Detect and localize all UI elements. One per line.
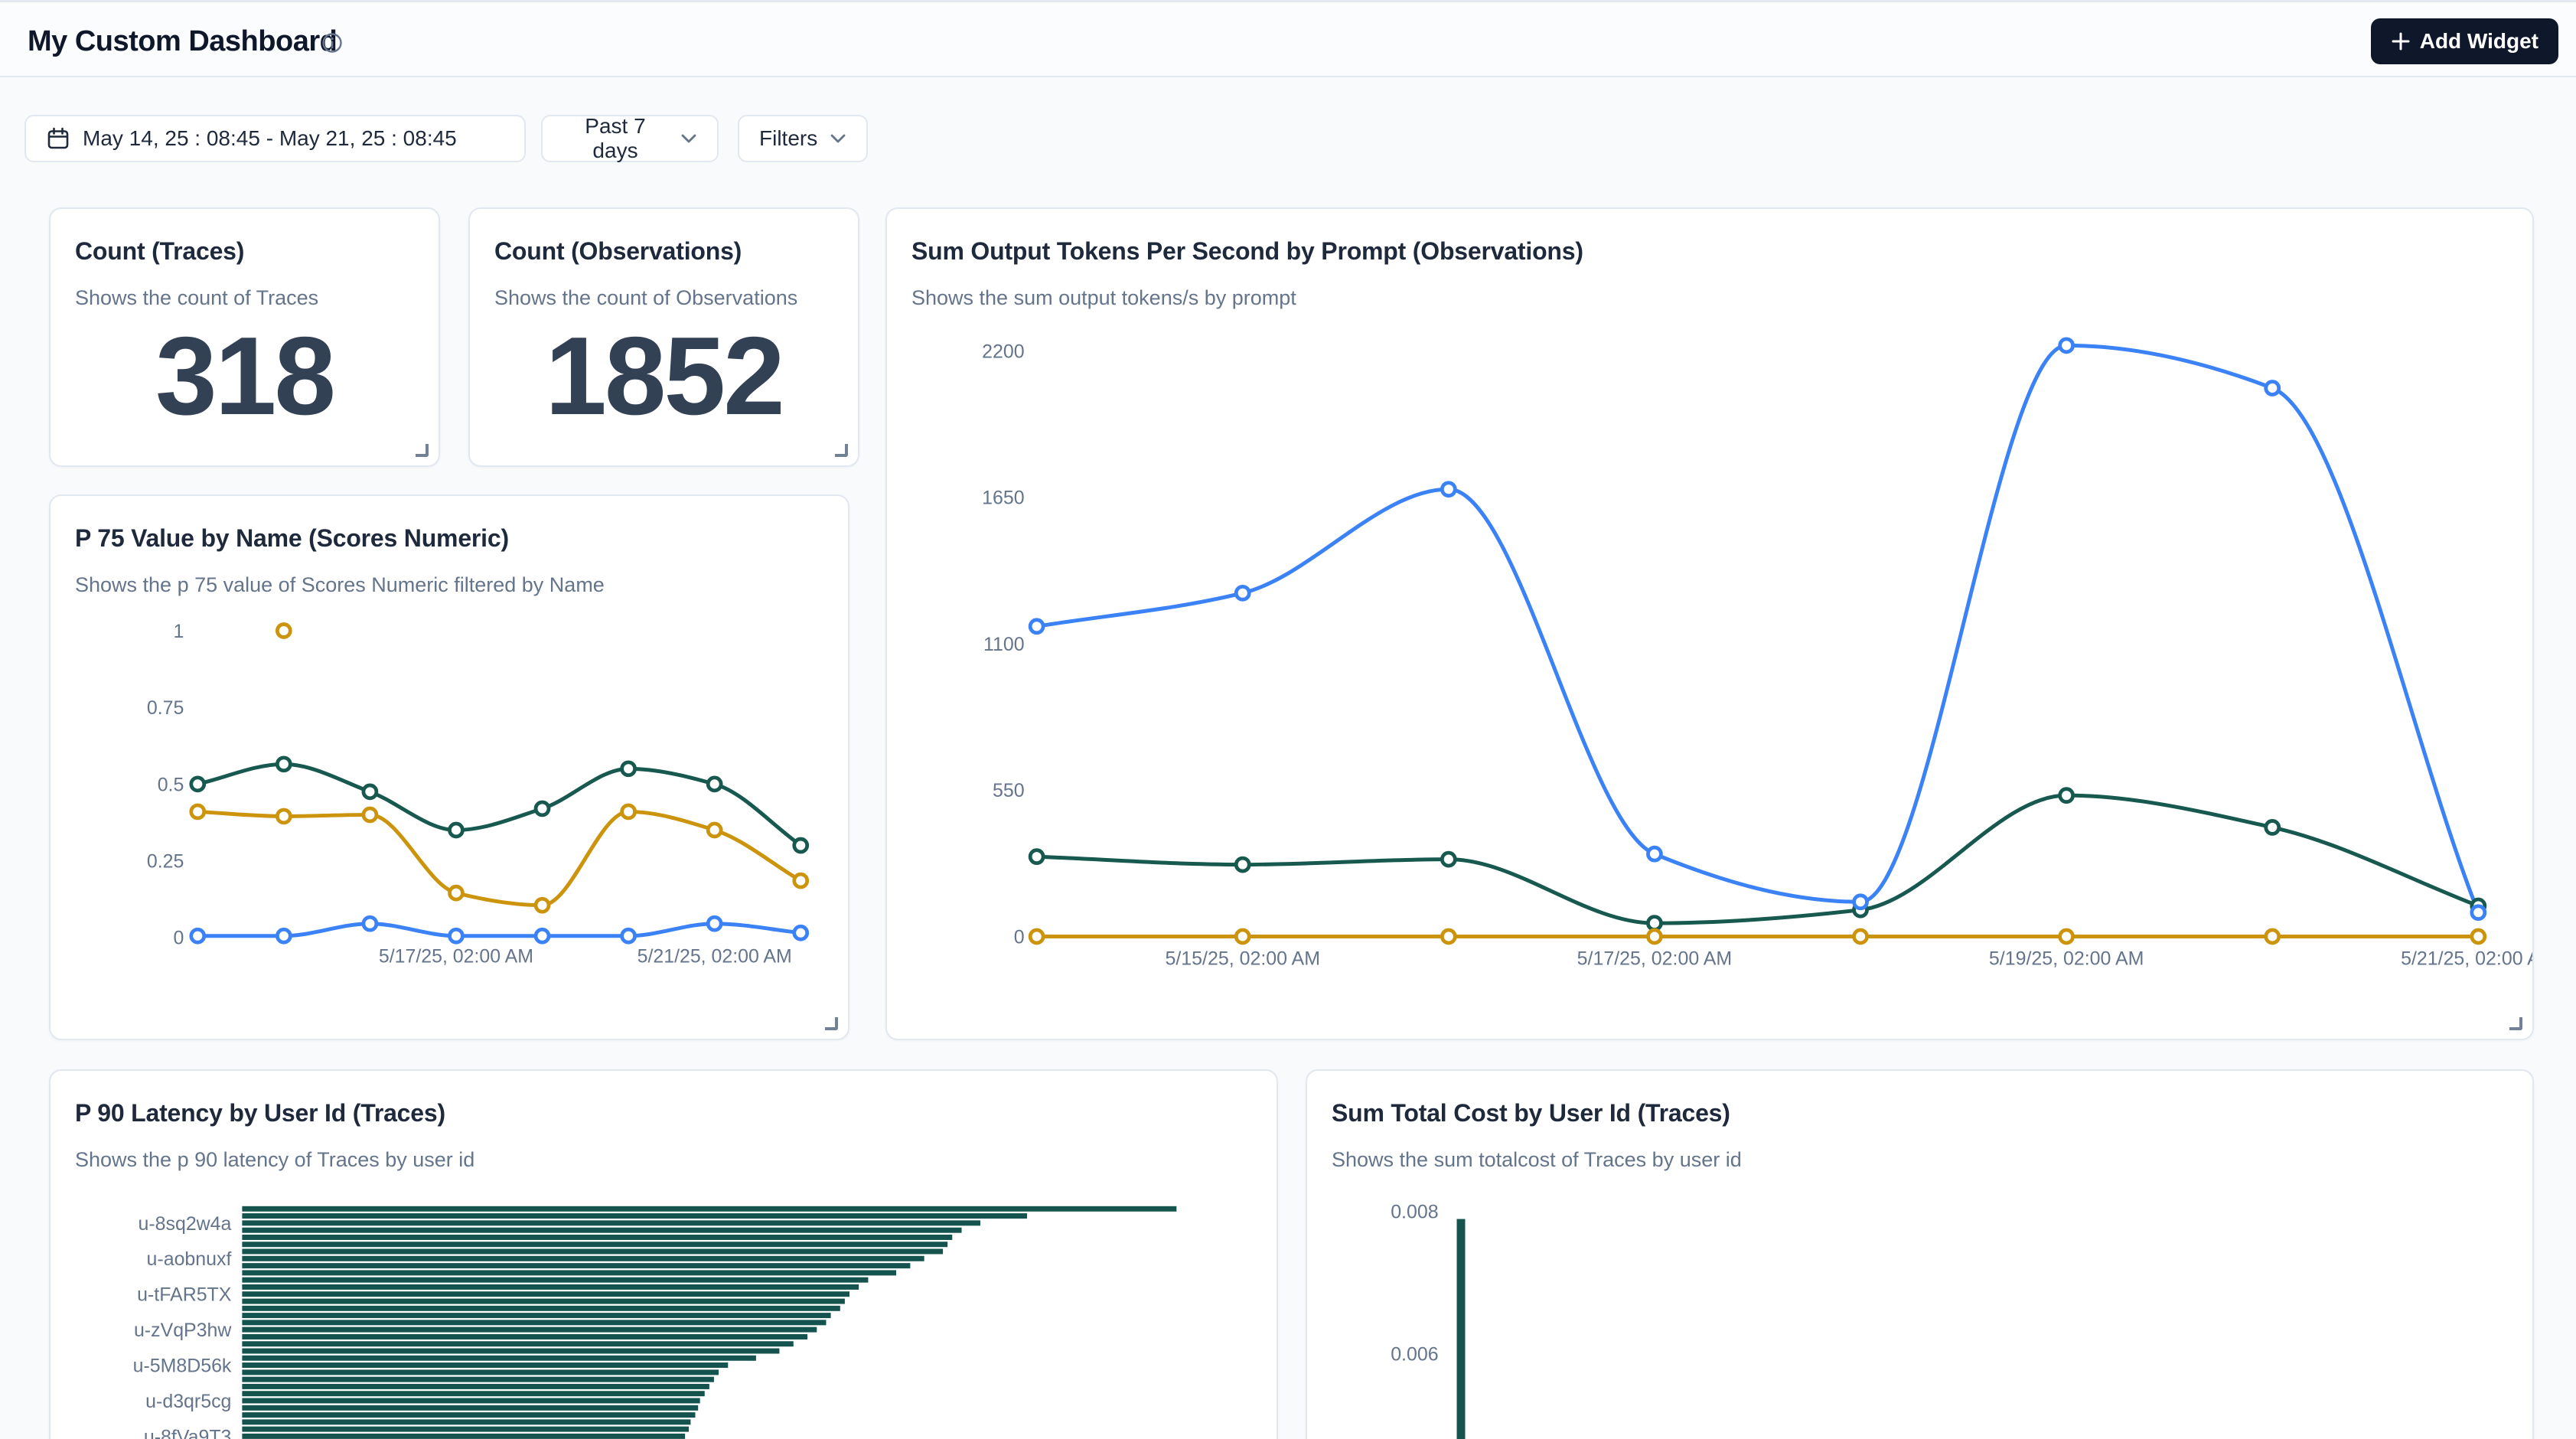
card-title: Count (Traces) — [75, 237, 414, 266]
chevron-down-icon — [830, 133, 846, 144]
svg-text:550: 550 — [993, 780, 1025, 801]
svg-text:1: 1 — [173, 621, 184, 642]
svg-text:1100: 1100 — [983, 634, 1025, 655]
svg-text:0.25: 0.25 — [147, 851, 184, 873]
card-subtitle: Shows the p 75 value of Scores Numeric f… — [75, 573, 823, 597]
svg-text:0.006: 0.006 — [1391, 1344, 1438, 1366]
chevron-down-icon — [680, 133, 697, 144]
widget-p90-latency-chart: u-8sq2w4a u-aobnuxf u-tFAR5TX u-zVqP3hw u-5M… — [49, 1069, 1278, 1439]
svg-text:0: 0 — [1014, 926, 1025, 948]
svg-text:5/21/25, 02:00 AM: 5/21/25, 02:00 AM — [637, 946, 792, 967]
widget-total-cost-chart: 0.008 0.006 Sum Total Cost by User Id (Tr… — [1306, 1069, 2534, 1439]
timeframe-select[interactable]: Past 7 days — [541, 115, 719, 162]
svg-text:u-aobnuxf: u-aobnuxf — [147, 1248, 232, 1270]
resize-handle[interactable] — [2509, 1017, 2522, 1030]
svg-text:2200: 2200 — [982, 341, 1025, 362]
plus-icon — [2391, 31, 2411, 51]
add-widget-button[interactable]: Add Widget — [2371, 18, 2558, 64]
widget-p75-scores-chart: 0 0.25 0.5 0.75 1 5/17/25, 02:00 AM 5/21/25, 0… — [49, 494, 849, 1040]
filters-button[interactable]: Filters — [738, 115, 868, 162]
svg-text:0: 0 — [173, 928, 184, 949]
svg-text:1650: 1650 — [982, 488, 1025, 509]
card-title: P 90 Latency by User Id (Traces) — [75, 1099, 1252, 1127]
filters-label: Filters — [759, 126, 817, 151]
card-subtitle: Shows the p 90 latency of Traces by user… — [75, 1148, 1252, 1172]
svg-text:u-8fVa9T3: u-8fVa9T3 — [144, 1426, 232, 1439]
line-chart-tokens-per-second[interactable]: 0 550 1100 1650 2200 5/15/25, 02:00 AM 5/17/25… — [887, 209, 2532, 1039]
svg-text:u-tFAR5TX: u-tFAR5TX — [137, 1284, 232, 1306]
card-subtitle: Shows the sum output tokens/s by prompt — [911, 286, 2508, 310]
svg-text:5/15/25, 02:00 AM: 5/15/25, 02:00 AM — [1165, 948, 1319, 969]
resize-handle[interactable] — [835, 444, 848, 457]
card-subtitle: Shows the count of Traces — [75, 286, 414, 310]
resize-handle[interactable] — [416, 444, 429, 457]
metric-value: 1852 — [470, 321, 858, 432]
card-title: P 75 Value by Name (Scores Numeric) — [75, 524, 823, 553]
info-icon[interactable] — [321, 32, 343, 54]
date-range-button[interactable]: May 14, 25 : 08:45 - May 21, 25 : 08:45 — [24, 115, 526, 162]
widget-count-traces: Count (Traces) Shows the count of Traces… — [49, 207, 440, 467]
svg-text:u-d3qr5cg: u-d3qr5cg — [145, 1391, 231, 1412]
timeframe-label: Past 7 days — [562, 114, 668, 163]
svg-text:u-8sq2w4a: u-8sq2w4a — [138, 1213, 231, 1235]
add-widget-label: Add Widget — [2420, 29, 2539, 54]
card-title: Count (Observations) — [494, 237, 833, 266]
card-subtitle: Shows the sum totalcost of Traces by use… — [1332, 1148, 2508, 1172]
metric-value: 318 — [51, 321, 439, 432]
svg-text:0.008: 0.008 — [1391, 1201, 1438, 1222]
svg-text:5/17/25, 02:00 AM: 5/17/25, 02:00 AM — [379, 946, 533, 967]
svg-text:0.75: 0.75 — [147, 697, 184, 719]
card-subtitle: Shows the count of Observations — [494, 286, 833, 310]
svg-text:u-zVqP3hw: u-zVqP3hw — [134, 1320, 232, 1341]
resize-handle[interactable] — [825, 1017, 838, 1030]
svg-text:5/19/25, 02:00 AM: 5/19/25, 02:00 AM — [1989, 948, 2144, 969]
card-title: Sum Output Tokens Per Second by Prompt (… — [911, 237, 2508, 266]
widget-count-observations: Count (Observations) Shows the count of … — [468, 207, 859, 467]
svg-text:5/17/25, 02:00 AM: 5/17/25, 02:00 AM — [1577, 948, 1732, 969]
date-range-label: May 14, 25 : 08:45 - May 21, 25 : 08:45 — [83, 126, 457, 151]
svg-text:5/21/25, 02:00 AM: 5/21/25, 02:00 AM — [2401, 948, 2532, 969]
page-title: My Custom Dashboard — [28, 25, 337, 58]
widget-tokens-per-second-chart: 0 550 1100 1650 2200 5/15/25, 02:00 AM 5/17/25… — [885, 207, 2534, 1040]
svg-text:0.5: 0.5 — [158, 774, 184, 795]
svg-text:u-5M8D56k: u-5M8D56k — [133, 1356, 232, 1377]
page-header: My Custom Dashboard Add Widget — [0, 2, 2576, 77]
card-title: Sum Total Cost by User Id (Traces) — [1332, 1099, 2508, 1127]
calendar-icon — [46, 126, 70, 151]
